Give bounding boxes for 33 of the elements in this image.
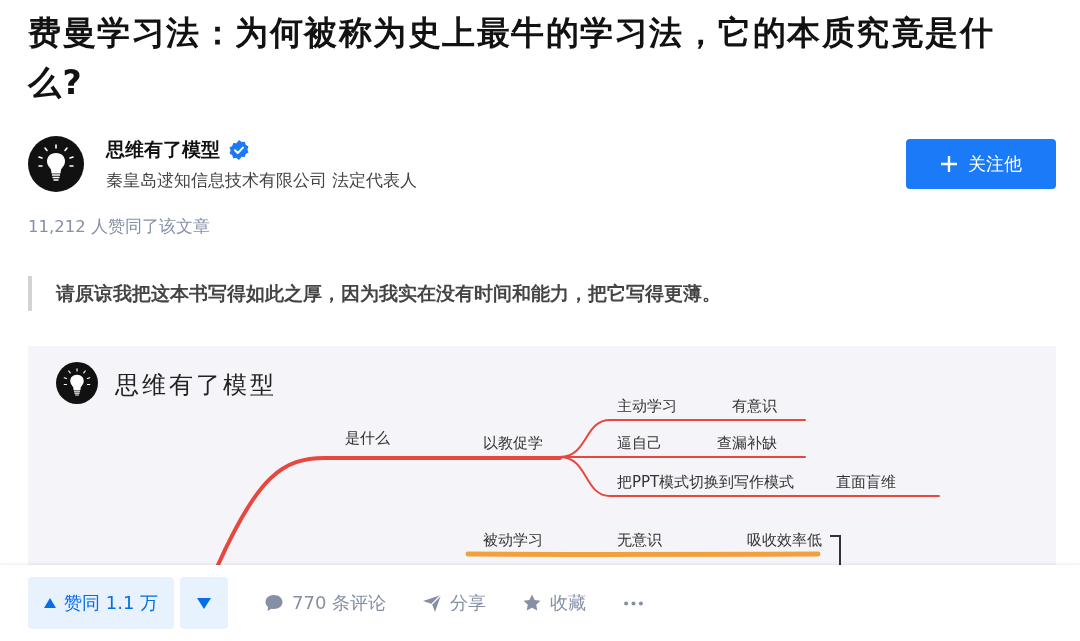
more-icon <box>624 600 644 606</box>
node-label: 以教促学 <box>483 434 543 452</box>
node-label: 吸收效率低 <box>747 531 822 549</box>
share-button[interactable]: 分享 <box>422 591 487 615</box>
article-title: 费曼学习法：为何被称为史上最牛的学习法，它的本质究竟是什么? <box>28 12 995 104</box>
author-name[interactable]: 思维有了模型 <box>106 136 220 163</box>
logo-icon <box>56 362 98 404</box>
node-label: 把PPT模式切换到写作模式 <box>617 473 795 491</box>
speech-bubble-icon <box>264 593 285 613</box>
paper-plane-icon <box>422 593 443 613</box>
favorite-button[interactable]: 收藏 <box>522 591 587 615</box>
node-label: 是什么 <box>345 429 390 447</box>
avatar-icon <box>28 136 84 192</box>
upvote-button[interactable]: 赞同 1.1 万 <box>28 577 175 629</box>
node-label: 被动学习 <box>483 531 543 549</box>
node-label: 无意识 <box>617 531 662 549</box>
star-icon <box>522 593 543 613</box>
plus-icon <box>940 155 958 173</box>
triangle-down-icon <box>197 597 212 609</box>
triangle-up-icon <box>44 598 56 608</box>
map-title: 思维有了模型 <box>115 371 277 399</box>
downvote-button[interactable] <box>180 577 229 629</box>
node-label: 直面盲维 <box>836 473 896 491</box>
quote-text: 请原谅我把这本书写得如此之厚，因为我实在没有时间和能力，把它写得更薄。 <box>28 276 1056 311</box>
comment-button[interactable]: 770 条评论 <box>264 591 387 615</box>
node-label: 逼自己 <box>617 434 662 452</box>
node-label: 主动学习 <box>617 397 677 415</box>
node-label: 查漏补缺 <box>717 434 777 452</box>
likes-summary: 11,212 人赞同了该文章 <box>28 216 211 238</box>
author-bio: 秦皇岛逑知信息技术有限公司 法定代表人 <box>106 168 419 192</box>
bracket <box>829 535 841 565</box>
follow-button[interactable]: 关注他 <box>906 139 1056 189</box>
node-label: 有意识 <box>732 397 777 415</box>
